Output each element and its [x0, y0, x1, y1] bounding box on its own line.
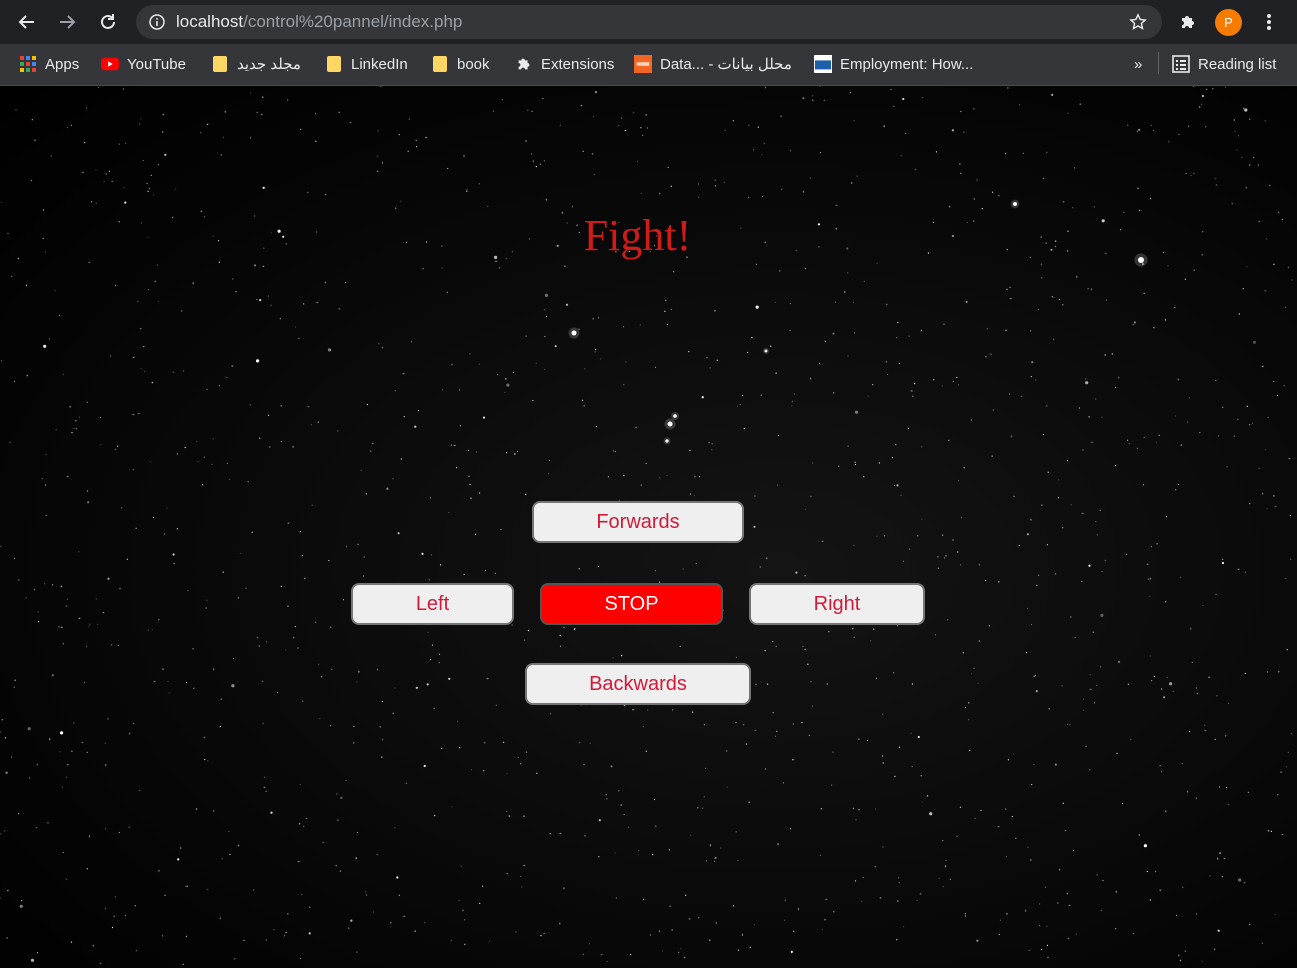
- page-title: Fight!: [583, 211, 692, 260]
- folder-icon: [431, 55, 449, 73]
- bookmark-folder-linkedin[interactable]: LinkedIn: [325, 52, 408, 76]
- site-icon: [634, 55, 652, 73]
- reading-list-icon: [1172, 55, 1190, 73]
- puzzle-icon: [515, 55, 533, 73]
- bookmarks-separator: [1158, 52, 1159, 74]
- bookmark-folder-book[interactable]: book: [431, 52, 490, 76]
- bookmark-label: مجلد جديد: [237, 56, 301, 73]
- site-info-icon[interactable]: [148, 13, 166, 31]
- apps-grid-icon: [19, 55, 37, 73]
- back-arrow-icon: [18, 15, 34, 29]
- url-text: localhost/control%20pannel/index.php: [176, 12, 462, 32]
- bookmark-apps[interactable]: Apps: [19, 52, 79, 76]
- reload-button[interactable]: [94, 8, 122, 36]
- bookmark-label: book: [457, 55, 490, 73]
- stop-button[interactable]: STOP: [540, 583, 723, 625]
- page-viewport: Fight! Forwards Left STOP Right Backward…: [0, 86, 1297, 968]
- bookmark-data-analyst[interactable]: Data... - محلل بيانات: [634, 52, 792, 76]
- bookmark-label: Data... - محلل بيانات: [660, 56, 792, 73]
- bookmarks-bar: Apps YouTube مجلد جديد LinkedIn book Ext…: [0, 44, 1297, 86]
- bookmark-employment[interactable]: Employment: How...: [814, 52, 973, 76]
- reading-list-label: Reading list: [1198, 55, 1277, 73]
- browser-menu-button[interactable]: [1258, 10, 1280, 34]
- bookmark-youtube[interactable]: YouTube: [101, 52, 186, 76]
- forwards-button[interactable]: Forwards: [532, 501, 744, 543]
- bookmark-label: YouTube: [127, 55, 186, 73]
- extensions-button[interactable]: [1176, 10, 1200, 34]
- url-path: /control%20pannel/index.php: [243, 12, 463, 31]
- kebab-menu-icon: [1267, 14, 1271, 30]
- left-button[interactable]: Left: [351, 583, 514, 625]
- browser-toolbar: localhost/control%20pannel/index.php P: [0, 0, 1297, 44]
- profile-avatar[interactable]: P: [1215, 9, 1242, 36]
- reading-list-button[interactable]: Reading list: [1172, 52, 1276, 76]
- backwards-button[interactable]: Backwards: [525, 663, 751, 705]
- address-bar[interactable]: localhost/control%20pannel/index.php: [136, 5, 1162, 39]
- puzzle-icon: [1182, 16, 1194, 28]
- bookmark-label: LinkedIn: [351, 55, 408, 73]
- folder-icon: [211, 55, 229, 73]
- forward-arrow-icon: [60, 15, 76, 29]
- forward-button[interactable]: [53, 8, 81, 36]
- right-button[interactable]: Right: [749, 583, 925, 625]
- bookmark-folder-new[interactable]: مجلد جديد: [211, 52, 301, 76]
- bookmarks-overflow-button[interactable]: »: [1134, 52, 1142, 76]
- bookmark-extensions[interactable]: Extensions: [515, 52, 614, 76]
- bookmark-label: Extensions: [541, 55, 615, 73]
- sam-icon: [814, 55, 832, 73]
- folder-icon: [325, 55, 343, 73]
- youtube-icon: [101, 55, 119, 73]
- bookmark-star-icon[interactable]: [1128, 12, 1148, 32]
- overflow-chevron: »: [1134, 55, 1143, 73]
- url-host: localhost: [176, 12, 244, 31]
- bookmark-label: Employment: How...: [840, 55, 974, 73]
- bookmark-label: Apps: [45, 55, 80, 73]
- reload-icon: [101, 14, 115, 29]
- back-button[interactable]: [13, 8, 41, 36]
